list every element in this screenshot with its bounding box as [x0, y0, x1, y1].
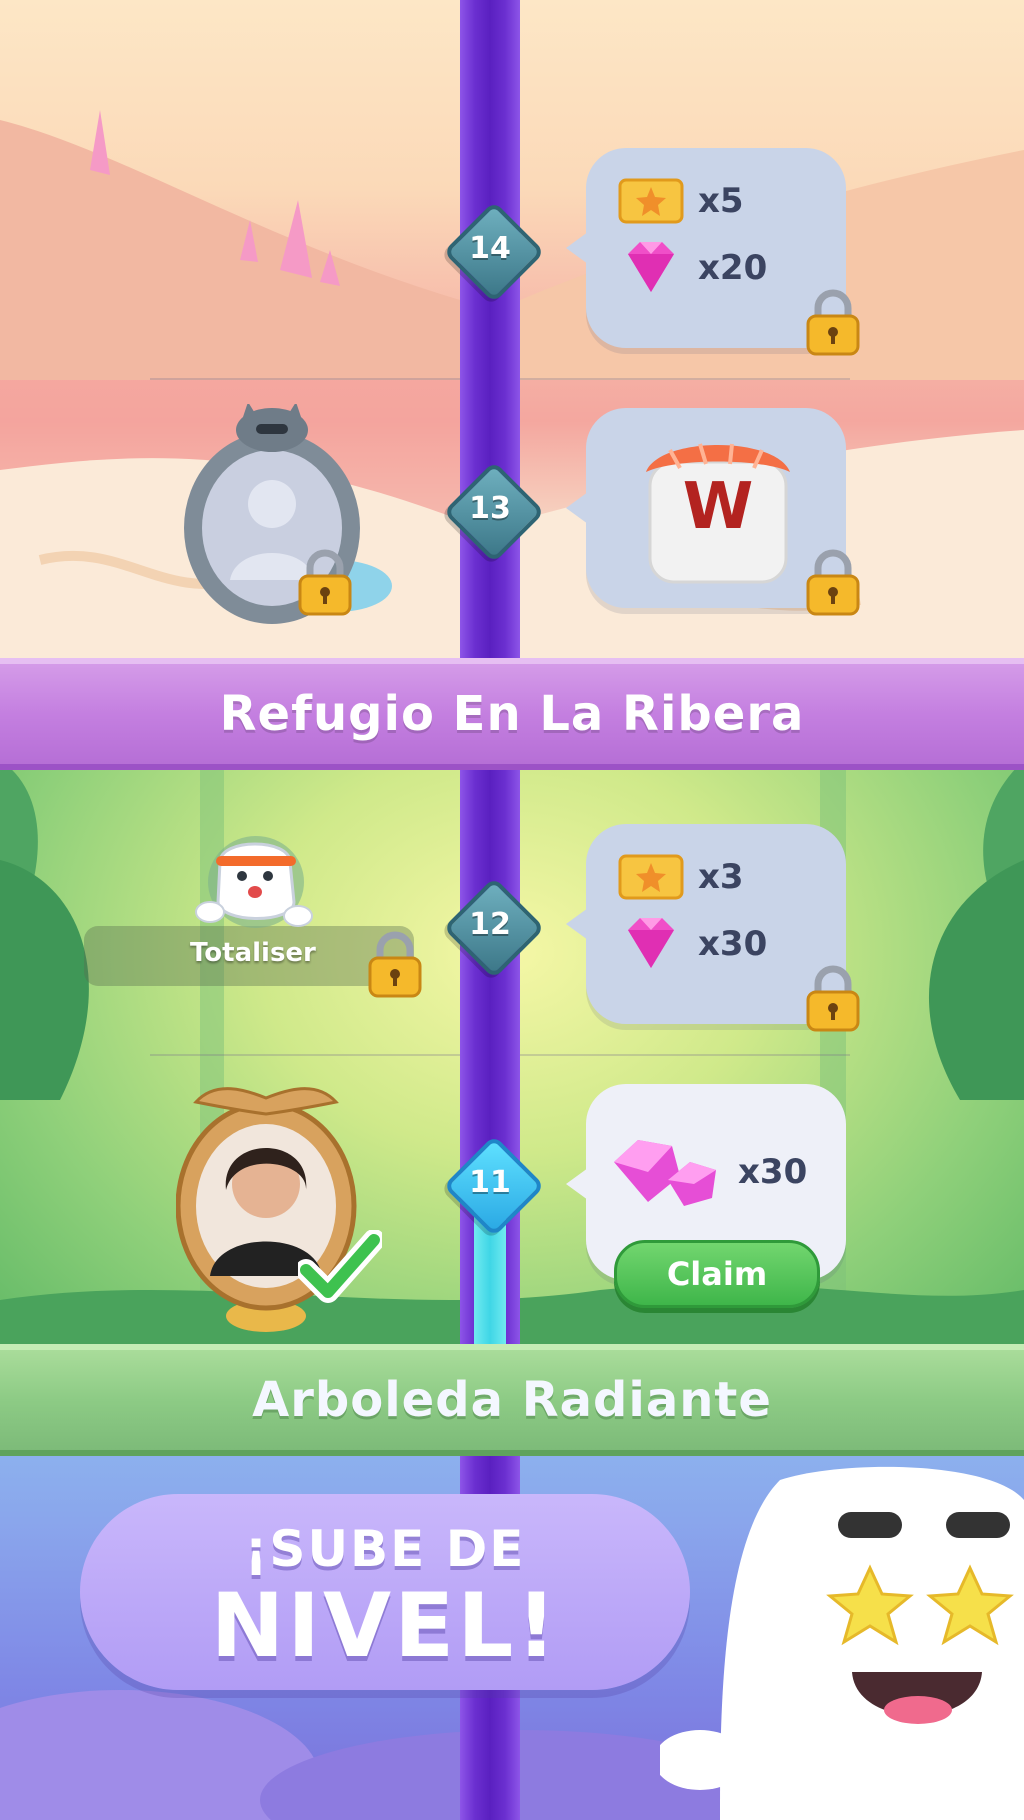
reward-item: x5: [618, 176, 744, 226]
area-title: Refugio En La Ribera: [219, 686, 805, 742]
level-node-13: 13: [443, 461, 545, 563]
reward-bubble-13[interactable]: W: [566, 408, 860, 616]
claim-button[interactable]: Claim: [614, 1240, 820, 1308]
reward-count: x5: [698, 181, 744, 221]
reward-bubble-14[interactable]: x5 x20: [566, 148, 860, 356]
lock-icon: [298, 549, 352, 616]
reward-count: x3: [698, 857, 744, 897]
checkmark-icon: [298, 1230, 382, 1303]
level-number: 14: [469, 230, 511, 266]
lock-icon: [806, 965, 860, 1032]
reward-item: x20: [618, 240, 767, 296]
reward-count: x30: [698, 924, 768, 964]
area-title: Arboleda Radiante: [252, 1372, 772, 1428]
reward-count: x20: [698, 248, 768, 288]
promo-title-line1: ¡SUBE DE: [244, 1520, 526, 1578]
ticket-icon: [618, 854, 684, 900]
ticket-icon: [618, 178, 684, 224]
gem-icon: [628, 918, 674, 968]
tile-letter: W: [682, 470, 754, 544]
lock-icon: [806, 289, 860, 356]
reward-bubble-11[interactable]: x30 Claim: [566, 1084, 846, 1308]
reward-item: x30: [608, 1132, 807, 1212]
level-node-11: 11: [443, 1135, 545, 1237]
level-rewards-screen: 14 x5 x20 13 W Refugio En La Ribera Tota…: [0, 0, 1024, 1820]
level-number: 11: [469, 1164, 511, 1200]
lock-icon: [806, 549, 860, 616]
reward-count: x30: [738, 1152, 808, 1192]
row-divider: [520, 378, 850, 380]
level-node-12: 12: [443, 877, 545, 979]
gem-icon: [628, 242, 674, 292]
gem-pile-icon: [614, 1140, 716, 1206]
promo-title-line2: NIVEL!: [210, 1574, 560, 1677]
level-up-promo: ¡SUBE DE NIVEL!: [80, 1494, 690, 1690]
lock-icon: [368, 931, 422, 998]
level-number: 12: [469, 906, 511, 942]
area-banner-riverbank: Refugio En La Ribera: [0, 658, 1024, 770]
reward-item: x30: [618, 916, 767, 972]
totaliser-sticker-icon: [195, 836, 313, 928]
level-number: 13: [469, 490, 511, 526]
row-divider: [150, 1054, 460, 1056]
level-node-14: 14: [443, 201, 545, 303]
reward-item: x3: [618, 852, 744, 902]
area-banner-grove: Arboleda Radiante: [0, 1344, 1024, 1456]
mascot-character: [660, 1466, 1024, 1820]
row-divider: [150, 378, 460, 380]
sticker-name: Totaliser: [190, 938, 316, 968]
reward-bubble-12[interactable]: x3 x30: [566, 824, 860, 1032]
row-divider: [520, 1054, 850, 1056]
